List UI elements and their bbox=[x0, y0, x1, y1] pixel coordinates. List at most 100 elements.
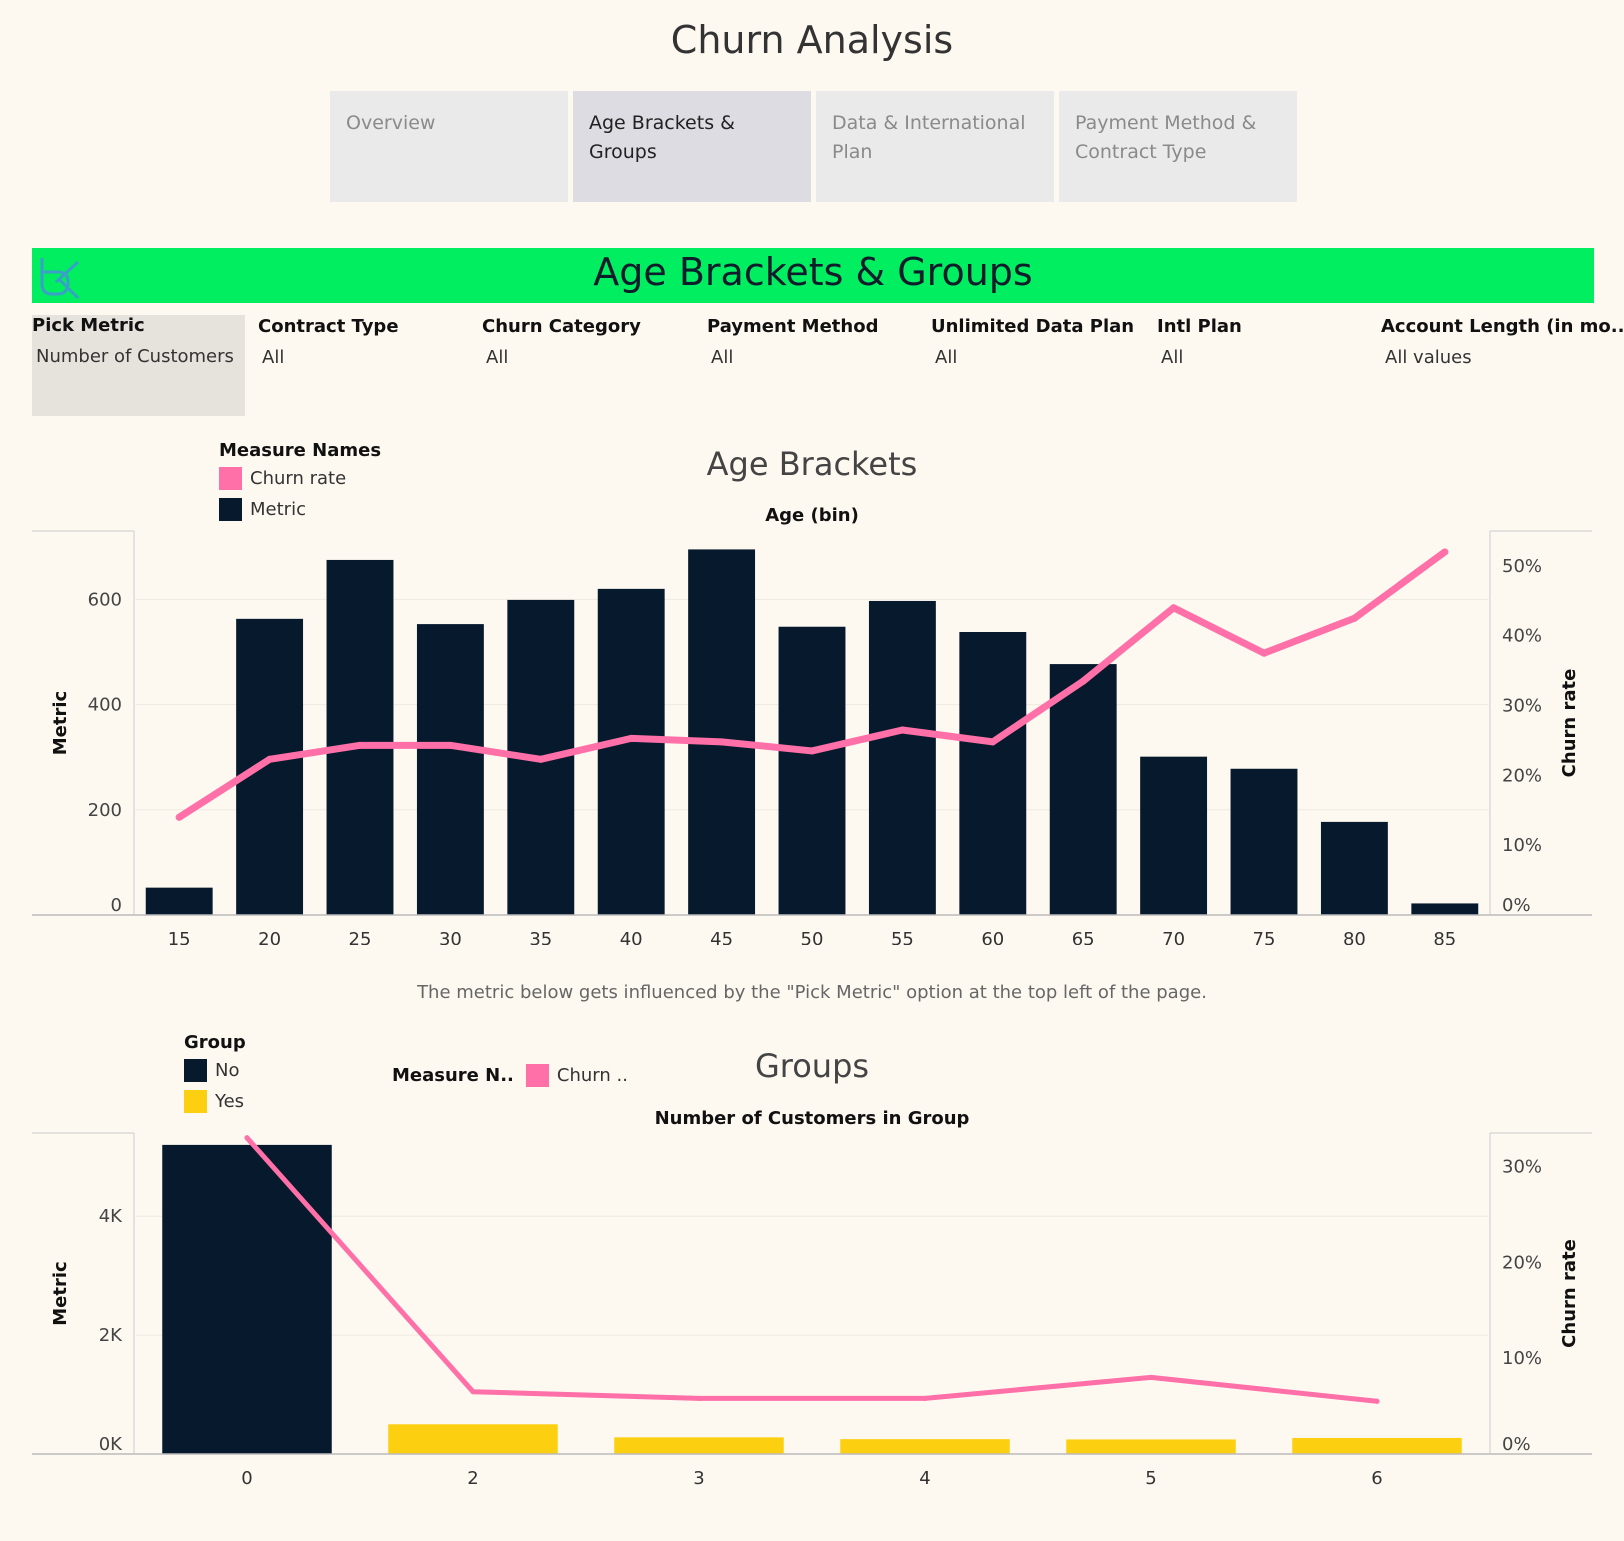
filter-value[interactable]: Number of Customers bbox=[32, 346, 245, 367]
age-chart-xlabel: Age (bin) bbox=[765, 505, 859, 526]
filter-value[interactable]: All bbox=[482, 347, 641, 368]
y-tick-label: 4K bbox=[99, 1206, 123, 1227]
filter-value[interactable]: All values bbox=[1381, 347, 1624, 368]
y2-tick-label: 10% bbox=[1502, 835, 1542, 856]
churn-rate-point bbox=[1260, 649, 1268, 657]
y-axis-label: Metric bbox=[50, 691, 71, 755]
bar-3 bbox=[614, 1437, 784, 1454]
bar-65 bbox=[1049, 664, 1117, 915]
churn-rate-point bbox=[1374, 1398, 1380, 1404]
page-title: Churn Analysis bbox=[670, 18, 954, 62]
bar-15 bbox=[145, 887, 213, 915]
churn-rate-point bbox=[446, 741, 454, 749]
bar-30 bbox=[416, 624, 484, 915]
bar-85 bbox=[1411, 903, 1479, 915]
churn-rate-point bbox=[266, 755, 274, 763]
tab-payment-method-contract-type[interactable]: Payment Method & Contract Type bbox=[1059, 91, 1297, 202]
x-tick-label: 4 bbox=[919, 1468, 930, 1489]
bar-5 bbox=[1066, 1439, 1236, 1454]
y-tick-label: 200 bbox=[88, 800, 122, 821]
bar-6 bbox=[1292, 1437, 1462, 1454]
y-tick-label: 0K bbox=[99, 1434, 123, 1455]
x-tick-label: 85 bbox=[1433, 929, 1456, 945]
x-tick-label: 20 bbox=[258, 929, 281, 945]
churn-rate-line bbox=[244, 1135, 1380, 1404]
filter-label: Payment Method bbox=[707, 316, 879, 337]
section-banner: Age Brackets & Groups bbox=[32, 248, 1594, 303]
churn-rate-point bbox=[175, 813, 183, 821]
bar-45 bbox=[688, 549, 756, 915]
y-tick-label: 400 bbox=[88, 695, 122, 716]
churn-rate-point bbox=[1170, 604, 1178, 612]
y-axis-label: Metric bbox=[50, 1261, 71, 1325]
y2-tick-label: 30% bbox=[1502, 696, 1542, 717]
filter-label: Churn Category bbox=[482, 316, 641, 337]
filter-value[interactable]: All bbox=[707, 347, 878, 368]
x-tick-label: 35 bbox=[529, 929, 552, 945]
y2-tick-label: 30% bbox=[1502, 1157, 1542, 1178]
x-tick-label: 2 bbox=[467, 1468, 478, 1489]
contract-type-filter[interactable]: Contract Type All bbox=[258, 316, 399, 416]
churn-rate-point bbox=[1079, 677, 1087, 685]
bar-2 bbox=[388, 1424, 558, 1454]
payment-method-filter[interactable]: Payment Method All bbox=[707, 316, 878, 416]
account-length-filter[interactable]: Account Length (in mo.. All values bbox=[1381, 316, 1624, 416]
y-tick-label: 0 bbox=[111, 895, 122, 916]
churn-rate-point bbox=[1441, 548, 1449, 556]
y2-tick-label: 10% bbox=[1502, 1348, 1542, 1369]
x-tick-label: 3 bbox=[693, 1468, 704, 1489]
filter-label: Contract Type bbox=[258, 316, 399, 337]
bar-70 bbox=[1140, 756, 1208, 915]
churn-rate-point bbox=[989, 738, 997, 746]
x-tick-label: 75 bbox=[1253, 929, 1276, 945]
x-tick-label: 6 bbox=[1371, 1468, 1382, 1489]
bar-60 bbox=[959, 631, 1027, 915]
bar-55 bbox=[868, 600, 936, 915]
churn-rate-point bbox=[244, 1135, 250, 1141]
tab-age-brackets-groups[interactable]: Age Brackets & Groups bbox=[573, 91, 811, 202]
tab-overview[interactable]: Overview bbox=[330, 91, 568, 202]
churn-rate-point bbox=[537, 755, 545, 763]
churn-rate-point bbox=[898, 726, 906, 734]
x-tick-label: 40 bbox=[620, 929, 643, 945]
groups-chart: 0K 2K 4K 0% 10% 20% 30% Metric Churn rate 0 2 3 4 5 6 bbox=[32, 1132, 1592, 1489]
bar-50 bbox=[778, 626, 846, 915]
y2-axis-label: Churn rate bbox=[1559, 1239, 1580, 1348]
y2-axis-label: Churn rate bbox=[1559, 669, 1580, 778]
churn-category-filter[interactable]: Churn Category All bbox=[482, 316, 641, 416]
tab-data-international-plan[interactable]: Data & International Plan bbox=[816, 91, 1054, 202]
bar-40 bbox=[597, 588, 665, 915]
filter-label: Account Length (in mo.. bbox=[1381, 316, 1624, 337]
churn-rate-point bbox=[1350, 614, 1358, 622]
bar-20 bbox=[236, 618, 304, 915]
y2-tick-label: 0% bbox=[1502, 895, 1531, 916]
filter-value[interactable]: All bbox=[258, 347, 399, 368]
filter-label: Unlimited Data Plan bbox=[931, 316, 1135, 337]
filter-value[interactable]: All bbox=[1157, 347, 1242, 368]
metric-note: The metric below gets influenced by the … bbox=[417, 982, 1207, 1003]
y2-tick-label: 0% bbox=[1502, 1434, 1531, 1455]
x-tick-label: 5 bbox=[1145, 1468, 1156, 1489]
y2-tick-label: 20% bbox=[1502, 1252, 1542, 1273]
intl-plan-filter[interactable]: Intl Plan All bbox=[1157, 316, 1242, 416]
unlimited-data-plan-filter[interactable]: Unlimited Data Plan All bbox=[931, 316, 1134, 416]
x-tick-label: 45 bbox=[710, 929, 733, 945]
groups-chart-title: Groups bbox=[754, 1047, 870, 1085]
groups-chart-xlabel: Number of Customers in Group bbox=[654, 1108, 970, 1129]
age-chart: 0 200 400 600 0% 10% 20% 30% 40% 50% Metric Churn r… bbox=[32, 530, 1592, 945]
filter-value[interactable]: All bbox=[931, 347, 1134, 368]
bar-0 bbox=[162, 1144, 332, 1454]
churn-rate-point bbox=[356, 741, 364, 749]
churn-rate-point bbox=[718, 738, 726, 746]
x-tick-label: 25 bbox=[349, 929, 372, 945]
bar-80 bbox=[1320, 821, 1388, 915]
filter-label: Intl Plan bbox=[1157, 316, 1242, 337]
churn-rate-point bbox=[696, 1395, 702, 1401]
x-tick-label: 80 bbox=[1343, 929, 1366, 945]
x-tick-label: 0 bbox=[241, 1468, 252, 1489]
x-tick-label: 65 bbox=[1072, 929, 1095, 945]
pick-metric-filter[interactable]: Pick Metric Number of Customers bbox=[32, 315, 245, 416]
x-tick-label: 50 bbox=[801, 929, 824, 945]
x-tick-label: 60 bbox=[981, 929, 1004, 945]
churn-rate-point bbox=[1148, 1374, 1154, 1380]
